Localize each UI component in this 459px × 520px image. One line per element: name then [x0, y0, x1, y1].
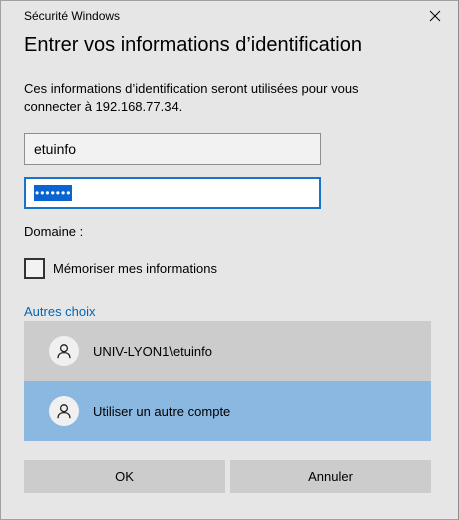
account-item-other-account[interactable]: Utiliser un autre compte [24, 381, 431, 441]
account-label: UNIV-LYON1\etuinfo [93, 343, 212, 359]
close-button[interactable] [412, 1, 458, 31]
user-icon [57, 344, 71, 359]
password-value: ••••••• [34, 185, 73, 201]
remember-credentials-checkbox[interactable] [24, 257, 45, 279]
title-bar: Sécurité Windows [1, 1, 458, 31]
domain-label: Domaine : [24, 224, 84, 239]
user-icon [57, 404, 71, 419]
dialog-description: Ces informations d’identification seront… [24, 81, 359, 114]
dialog-heading: Entrer vos informations d’identification [24, 34, 362, 56]
credentials-dialog: Sécurité Windows Entrer vos informations… [0, 0, 459, 520]
username-field[interactable]: etuinfo [24, 133, 321, 165]
user-avatar [49, 336, 79, 366]
ok-button[interactable]: OK [24, 460, 225, 493]
close-icon [429, 10, 441, 22]
password-field[interactable]: ••••••• [24, 177, 321, 209]
remember-credentials-row[interactable]: Mémoriser mes informations [24, 257, 217, 279]
other-choices-link[interactable]: Autres choix [24, 304, 96, 319]
cancel-button[interactable]: Annuler [230, 460, 431, 493]
username-value: etuinfo [34, 141, 77, 157]
user-avatar [49, 396, 79, 426]
remember-credentials-label: Mémoriser mes informations [53, 260, 217, 276]
account-label: Utiliser un autre compte [93, 403, 231, 419]
account-item-univ-lyon1[interactable]: UNIV-LYON1\etuinfo [24, 321, 431, 381]
window-title: Sécurité Windows [24, 9, 121, 23]
